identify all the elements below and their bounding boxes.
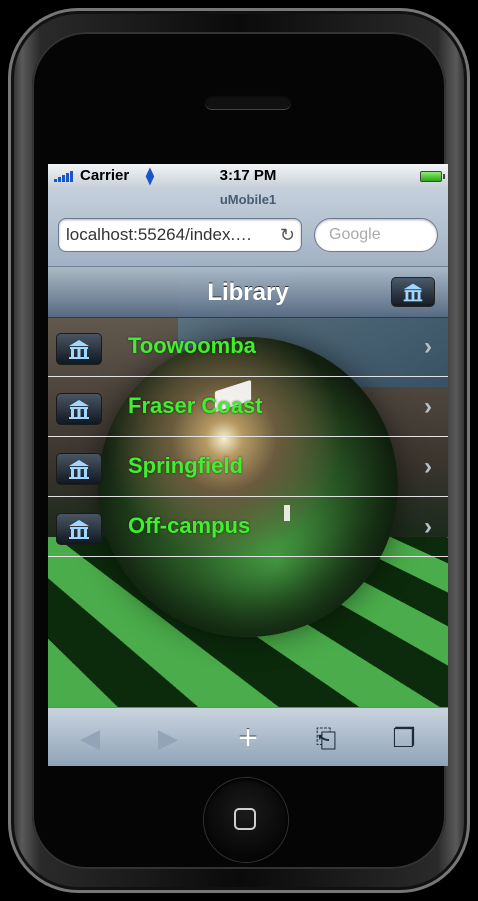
web-content: Library Toowoomba › Fraser Coast › Sprin… <box>48 267 448 707</box>
list-item-label: Springfield <box>128 453 243 478</box>
museum-icon <box>56 453 102 485</box>
list-item-label: Toowoomba <box>128 333 256 358</box>
list-item[interactable]: Springfield › <box>48 437 448 497</box>
battery-icon <box>420 171 445 182</box>
list-item[interactable]: Fraser Coast › <box>48 377 448 437</box>
chevron-right-icon: › <box>424 453 432 480</box>
pages-button[interactable]: ❐ <box>384 718 424 758</box>
status-time: 3:17 PM <box>219 167 277 184</box>
forward-button[interactable]: ▶ <box>148 718 188 758</box>
url-text: localhost:55264/index.… <box>66 225 253 244</box>
home-icon <box>234 808 256 830</box>
library-home-button[interactable] <box>391 277 435 307</box>
search-input[interactable]: Google <box>314 218 438 252</box>
museum-icon <box>403 283 423 302</box>
museum-icon <box>56 333 102 365</box>
page-title: uMobile1 <box>219 192 277 207</box>
bookmarks-button[interactable]: ⎗ <box>306 718 346 758</box>
back-button[interactable]: ◀ <box>70 718 110 758</box>
list-item[interactable]: Off-campus › <box>48 497 448 557</box>
home-button[interactable] <box>204 778 288 862</box>
reload-icon[interactable]: ↻ <box>280 219 295 251</box>
browser-address-area: uMobile1 localhost:55264/index.… ↻ Googl… <box>48 188 448 267</box>
url-field[interactable]: localhost:55264/index.… ↻ <box>58 218 302 252</box>
navbar-title: Library <box>207 279 289 306</box>
list-item[interactable]: Toowoomba › <box>48 317 448 377</box>
campus-list: Toowoomba › Fraser Coast › Springfield › <box>48 317 448 557</box>
chevron-right-icon: › <box>424 393 432 420</box>
list-item-label: Fraser Coast <box>128 393 263 418</box>
app-navbar: Library <box>48 267 448 318</box>
browser-toolbar: ◀ ▶ + ⎗ ❐ <box>48 707 448 766</box>
chevron-right-icon: › <box>424 513 432 540</box>
museum-icon <box>56 513 102 545</box>
chevron-right-icon: › <box>424 333 432 360</box>
list-item-label: Off-campus <box>128 513 251 538</box>
museum-icon <box>56 393 102 425</box>
add-bookmark-button[interactable]: + <box>228 718 268 758</box>
earpiece-speaker <box>205 95 291 109</box>
device-screen: Carrier ⧫ 3:17 PM uMobile1 localhost:552… <box>48 164 448 766</box>
status-bar: Carrier ⧫ 3:17 PM <box>48 164 448 188</box>
